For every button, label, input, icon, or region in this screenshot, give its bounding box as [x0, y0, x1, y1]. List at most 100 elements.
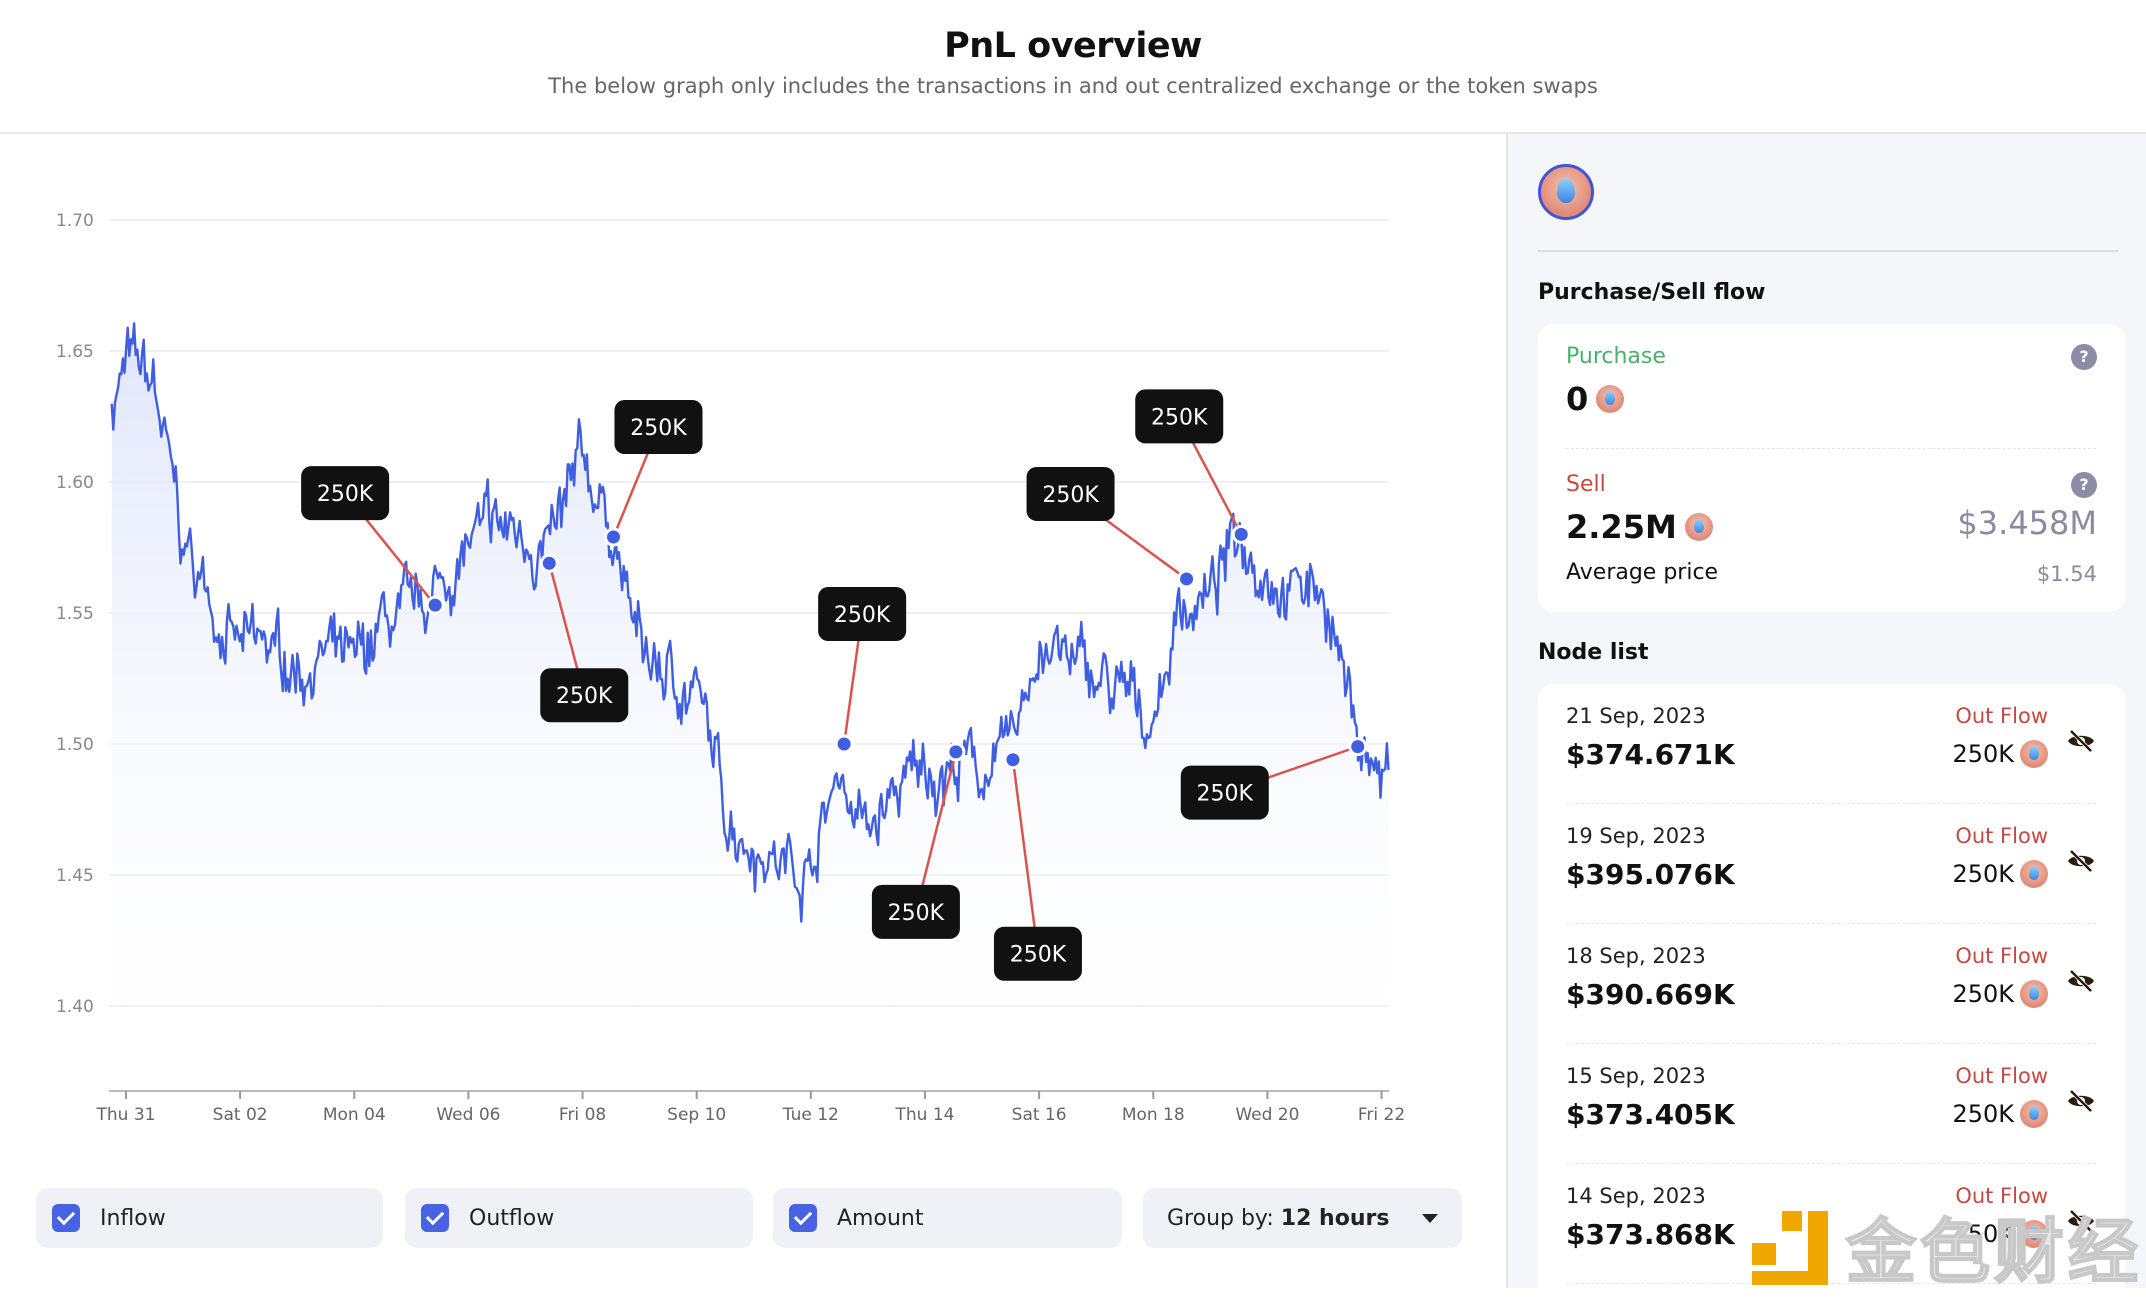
watermark-text: 金色财经: [1845, 1210, 2142, 1294]
node-list-item[interactable]: 19 Sep, 2023 $395.076K Out Flow 250K: [1566, 804, 2096, 924]
y-tick-label: 1.40: [56, 997, 94, 1017]
node-type: Out Flow: [1955, 1064, 2048, 1088]
x-tick-label: Wed 20: [1235, 1105, 1299, 1125]
x-tick-label: Sat 02: [213, 1105, 268, 1125]
node-qty: 250K: [1952, 860, 2014, 888]
avg-price-label: Average price: [1566, 560, 1719, 585]
node-date: 21 Sep, 2023: [1566, 704, 1706, 728]
eye-off-icon[interactable]: [2066, 1090, 2096, 1112]
amount-toggle[interactable]: Amount: [773, 1188, 1122, 1248]
outflow-toggle[interactable]: Outflow: [405, 1188, 753, 1248]
amount-label: Amount: [837, 1205, 924, 1231]
annotation-point[interactable]: [946, 742, 966, 762]
annotation-point[interactable]: [1177, 569, 1197, 589]
x-tick-label: Tue 12: [782, 1105, 839, 1125]
inflow-toggle[interactable]: Inflow: [36, 1188, 383, 1248]
token-icon: [2020, 860, 2048, 888]
avg-price-value: $1.54: [2036, 562, 2097, 586]
x-tick-label: Thu 31: [96, 1105, 156, 1125]
group-by-value: 12 hours: [1280, 1205, 1390, 1231]
pnl-chart: 1.70 1.65 1.60 1.55 1.50 1.45 1.40 Thu 31 Sat 02…: [56, 211, 1405, 1125]
eye-off-icon[interactable]: [2066, 730, 2096, 752]
x-tick-label: Fri 08: [559, 1105, 606, 1125]
x-tick-label: Fri 22: [1358, 1105, 1405, 1125]
y-tick-label: 1.65: [56, 342, 94, 362]
node-qty: 250K: [1952, 740, 2014, 768]
divider: [1538, 250, 2118, 252]
y-tick-label: 1.70: [56, 211, 94, 231]
node-date: 14 Sep, 2023: [1566, 1184, 1706, 1208]
outflow-label: Outflow: [469, 1205, 555, 1231]
x-tick-label: Sat 16: [1012, 1105, 1067, 1125]
annotation-point[interactable]: [1003, 750, 1023, 770]
annotation-point[interactable]: [425, 595, 445, 615]
node-date: 15 Sep, 2023: [1566, 1064, 1706, 1088]
annotation-label: 250K: [630, 416, 687, 441]
node-date: 19 Sep, 2023: [1566, 824, 1706, 848]
x-tick-label: Sep 10: [667, 1105, 726, 1125]
node-list-item[interactable]: 21 Sep, 2023 $374.671K Out Flow 250K: [1566, 684, 2096, 804]
token-icon: [2020, 980, 2048, 1008]
node-usd: $373.405K: [1566, 1098, 1735, 1131]
checkbox-checked-icon[interactable]: [52, 1204, 80, 1232]
node-usd: $373.868K: [1566, 1218, 1735, 1251]
inflow-label: Inflow: [100, 1205, 166, 1231]
caret-down-icon: [1422, 1213, 1438, 1223]
node-type: Out Flow: [1955, 704, 2048, 728]
annotation-point[interactable]: [603, 527, 623, 547]
divider: [1566, 448, 2096, 449]
node-list-item[interactable]: 18 Sep, 2023 $390.669K Out Flow 250K: [1566, 924, 2096, 1044]
help-icon[interactable]: ?: [2071, 472, 2097, 498]
node-list-item[interactable]: 15 Sep, 2023 $373.405K Out Flow 250K: [1566, 1044, 2096, 1164]
x-tick-label: Thu 14: [894, 1105, 954, 1125]
node-type: Out Flow: [1955, 944, 2048, 968]
x-tick-label: Wed 06: [436, 1105, 500, 1125]
annotation-label: 250K: [888, 901, 945, 926]
purchase-value: 0: [1566, 380, 1589, 418]
token-icon: [1596, 385, 1625, 413]
annotation-label: 250K: [1151, 405, 1208, 430]
checkbox-checked-icon[interactable]: [789, 1204, 817, 1232]
node-usd: $390.669K: [1566, 978, 1735, 1011]
watermark-logo-icon: [1752, 1210, 1828, 1285]
annotation-point[interactable]: [1231, 524, 1251, 544]
sell-label: Sell: [1566, 472, 1606, 497]
eye-off-icon[interactable]: [2066, 850, 2096, 872]
purchase-label: Purchase: [1566, 344, 1666, 369]
eye-off-icon[interactable]: [2066, 970, 2096, 992]
y-tick-label: 1.60: [56, 473, 94, 493]
annotation-label: 250K: [1197, 782, 1254, 807]
checkbox-checked-icon[interactable]: [421, 1204, 449, 1232]
node-qty: 250K: [1952, 980, 2014, 1008]
token-icon: [1684, 513, 1713, 541]
flow-card: Purchase ? 0 Sell ? 2.25M $3.458M Averag…: [1538, 324, 2125, 612]
watermark-logo: 金色财经: [1752, 1196, 2142, 1297]
token-icon: [1538, 164, 1594, 220]
help-icon[interactable]: ?: [2071, 344, 2097, 370]
x-tick-label: Mon 04: [323, 1105, 386, 1125]
node-qty: 250K: [1952, 1100, 2014, 1128]
annotation-point[interactable]: [539, 553, 559, 573]
page-title: PnL overview: [944, 26, 1202, 66]
node-usd: $395.076K: [1566, 858, 1735, 891]
node-date: 18 Sep, 2023: [1566, 944, 1706, 968]
annotation-label: 250K: [556, 684, 613, 709]
annotation-label: 250K: [1042, 483, 1099, 508]
side-panel: Purchase/Sell flow Purchase ? 0 Sell ? 2…: [1506, 134, 2146, 1304]
flow-title: Purchase/Sell flow: [1538, 280, 1766, 305]
header: PnL overview The below graph only includ…: [0, 0, 2146, 134]
token-icon: [2020, 740, 2048, 768]
annotation-point[interactable]: [1348, 737, 1368, 757]
token-icon: [2020, 1100, 2048, 1128]
annotation-label: 250K: [1010, 943, 1067, 968]
annotation-point[interactable]: [834, 734, 854, 754]
node-list-title: Node list: [1538, 640, 1649, 665]
annotation-label: 250K: [317, 482, 374, 507]
y-tick-label: 1.45: [56, 866, 94, 886]
sell-value: 2.25M: [1566, 508, 1677, 546]
page-subtitle: The below graph only includes the transa…: [548, 74, 1598, 98]
group-by-label: Group by:: [1167, 1205, 1281, 1231]
group-by-select[interactable]: Group by: 12 hours: [1143, 1188, 1462, 1248]
y-tick-label: 1.50: [56, 735, 94, 755]
node-type: Out Flow: [1955, 824, 2048, 848]
